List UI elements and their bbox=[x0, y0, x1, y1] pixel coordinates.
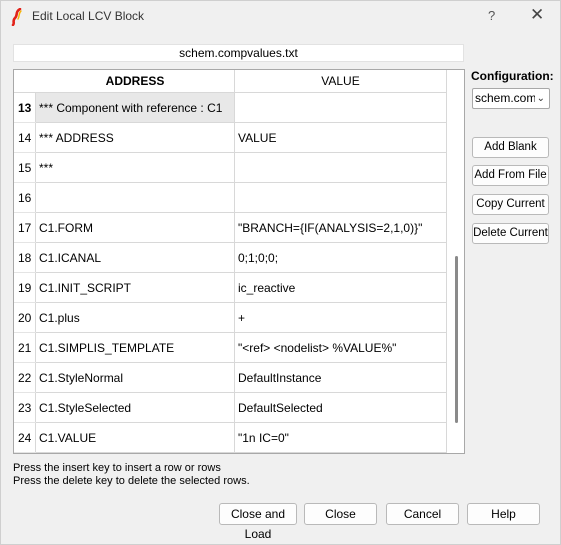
row-number[interactable]: 17 bbox=[14, 213, 36, 243]
row-number[interactable]: 22 bbox=[14, 363, 36, 393]
table-row[interactable]: 20 C1.plus + bbox=[14, 303, 447, 333]
row-number[interactable]: 24 bbox=[14, 423, 36, 453]
help-icon[interactable]: ? bbox=[488, 8, 495, 23]
add-from-file-button[interactable]: Add From File bbox=[472, 165, 549, 186]
lcv-table[interactable]: ADDRESS VALUE 13 *** Component with refe… bbox=[13, 69, 465, 454]
address-cell[interactable]: C1.ICANAL bbox=[36, 243, 235, 273]
window-title: Edit Local LCV Block bbox=[32, 9, 145, 23]
row-number[interactable]: 15 bbox=[14, 153, 36, 183]
chevron-down-icon: ⌄ bbox=[536, 93, 545, 104]
title-bar[interactable]: Edit Local LCV Block ? ✕ bbox=[1, 1, 560, 32]
value-cell[interactable]: VALUE bbox=[235, 123, 447, 153]
table-row[interactable]: 19 C1.INIT_SCRIPT ic_reactive bbox=[14, 273, 447, 303]
value-cell[interactable]: DefaultInstance bbox=[235, 363, 447, 393]
row-number[interactable]: 20 bbox=[14, 303, 36, 333]
insert-hint: Press the insert key to insert a row or … bbox=[13, 462, 221, 474]
row-number[interactable]: 19 bbox=[14, 273, 36, 303]
value-cell[interactable]: DefaultSelected bbox=[235, 393, 447, 423]
table-corner[interactable] bbox=[14, 70, 36, 93]
scrollbar-thumb[interactable] bbox=[455, 256, 458, 423]
address-cell[interactable]: *** bbox=[36, 153, 235, 183]
value-cell[interactable]: + bbox=[235, 303, 447, 333]
table-row[interactable]: 17 C1.FORM "BRANCH={IF(ANALYSIS=2,1,0)}" bbox=[14, 213, 447, 243]
row-number[interactable]: 16 bbox=[14, 183, 36, 213]
configuration-label: Configuration: bbox=[471, 69, 554, 83]
value-cell[interactable] bbox=[235, 153, 447, 183]
address-cell[interactable]: *** ADDRESS bbox=[36, 123, 235, 153]
value-cell[interactable] bbox=[235, 93, 447, 123]
table-row[interactable]: 21 C1.SIMPLIS_TEMPLATE "<ref> <nodelist>… bbox=[14, 333, 447, 363]
table-row[interactable]: 14 *** ADDRESS VALUE bbox=[14, 123, 447, 153]
configuration-selected: schem.comp bbox=[475, 91, 535, 105]
configuration-dropdown[interactable]: schem.comp ⌄ bbox=[472, 88, 550, 109]
value-cell[interactable]: ic_reactive bbox=[235, 273, 447, 303]
column-header-value[interactable]: VALUE bbox=[235, 70, 447, 93]
value-cell[interactable] bbox=[235, 183, 447, 213]
copy-current-button[interactable]: Copy Current bbox=[472, 194, 549, 215]
close-and-load-button[interactable]: Close and Load bbox=[219, 503, 297, 541]
delete-current-button[interactable]: Delete Current bbox=[472, 223, 549, 244]
row-number[interactable]: 23 bbox=[14, 393, 36, 423]
address-cell[interactable]: C1.SIMPLIS_TEMPLATE bbox=[36, 333, 235, 363]
address-cell[interactable]: C1.StyleNormal bbox=[36, 363, 235, 393]
address-cell[interactable]: C1.StyleSelected bbox=[36, 393, 235, 423]
close-button[interactable]: Close bbox=[304, 503, 377, 525]
row-number[interactable]: 21 bbox=[14, 333, 36, 363]
value-cell[interactable]: "1n IC=0" bbox=[235, 423, 447, 453]
address-cell[interactable]: C1.INIT_SCRIPT bbox=[36, 273, 235, 303]
add-blank-button[interactable]: Add Blank bbox=[472, 137, 549, 158]
address-cell[interactable]: *** Component with reference : C1 bbox=[36, 93, 235, 123]
vertical-scrollbar[interactable] bbox=[448, 70, 464, 453]
address-cell[interactable]: C1.FORM bbox=[36, 213, 235, 243]
column-header-address[interactable]: ADDRESS bbox=[36, 70, 235, 93]
address-cell[interactable] bbox=[36, 183, 235, 213]
table-row[interactable]: 18 C1.ICANAL 0;1;0;0; bbox=[14, 243, 447, 273]
row-number[interactable]: 18 bbox=[14, 243, 36, 273]
row-number[interactable]: 13 bbox=[14, 93, 36, 123]
filename-label: schem.compvalues.txt bbox=[13, 44, 464, 62]
table-row[interactable]: 15 *** bbox=[14, 153, 447, 183]
close-icon[interactable]: ✕ bbox=[530, 6, 544, 23]
table-row[interactable]: 23 C1.StyleSelected DefaultSelected bbox=[14, 393, 447, 423]
address-cell[interactable]: C1.plus bbox=[36, 303, 235, 333]
delete-hint: Press the delete key to delete the selec… bbox=[13, 475, 250, 487]
edit-lcv-dialog: Edit Local LCV Block ? ✕ schem.compvalue… bbox=[0, 0, 561, 545]
table-row[interactable]: 24 C1.VALUE "1n IC=0" bbox=[14, 423, 447, 453]
table-row[interactable]: 16 bbox=[14, 183, 447, 213]
value-cell[interactable]: "BRANCH={IF(ANALYSIS=2,1,0)}" bbox=[235, 213, 447, 243]
help-button[interactable]: Help bbox=[467, 503, 540, 525]
simplis-logo-icon bbox=[11, 8, 22, 26]
table-row[interactable]: 13 *** Component with reference : C1 bbox=[14, 93, 447, 123]
value-cell[interactable]: 0;1;0;0; bbox=[235, 243, 447, 273]
table-row[interactable]: 22 C1.StyleNormal DefaultInstance bbox=[14, 363, 447, 393]
row-number[interactable]: 14 bbox=[14, 123, 36, 153]
cancel-button[interactable]: Cancel bbox=[386, 503, 459, 525]
value-cell[interactable]: "<ref> <nodelist> %VALUE%" bbox=[235, 333, 447, 363]
address-cell[interactable]: C1.VALUE bbox=[36, 423, 235, 453]
